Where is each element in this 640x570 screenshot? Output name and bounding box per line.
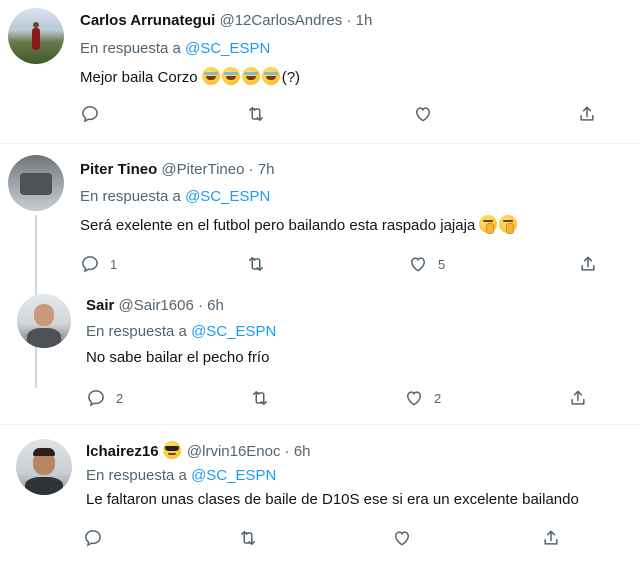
tweet-text-body: Mejor baila Corzo xyxy=(80,69,198,86)
reply-prefix: En respuesta a xyxy=(80,188,181,205)
reply-context: En respuesta a @SC_ESPN xyxy=(86,323,276,340)
share-button[interactable] xyxy=(568,386,588,410)
reply-count: 2 xyxy=(116,390,124,406)
author-name[interactable]: Carlos Arrunategui xyxy=(80,12,215,29)
share-icon xyxy=(571,390,585,405)
author-name[interactable]: Piter Tineo xyxy=(80,161,157,178)
tweet-text-suffix: (?) xyxy=(281,69,301,86)
like-count: 2 xyxy=(434,390,442,406)
reply-prefix: En respuesta a xyxy=(86,323,187,340)
tweet-1[interactable]: Carlos Arrunategui @12CarlosAndres · 1h … xyxy=(0,0,640,143)
action-bar: 2 2 xyxy=(86,386,606,410)
like-button[interactable]: 5 xyxy=(408,252,445,276)
rolling-on-floor-laughing-icon xyxy=(201,67,220,85)
smiling-face-with-sunglasses-icon xyxy=(162,441,181,459)
avatar[interactable] xyxy=(8,8,64,64)
reply-context: En respuesta a @SC_ESPN xyxy=(80,188,270,205)
tweet-4[interactable]: lchairez16 @lrvin16Enoc · 6h En respuest… xyxy=(0,425,640,570)
reply-mention[interactable]: @SC_ESPN xyxy=(191,323,276,340)
tweet-text-body: Será exelente en el futbol pero bailando… xyxy=(80,217,476,234)
tweet-3[interactable]: Sair @Sair1606 · 6h En respuesta a @SC_E… xyxy=(0,290,640,423)
action-bar xyxy=(80,102,620,126)
reply-icon xyxy=(85,530,101,547)
share-button[interactable] xyxy=(578,252,598,276)
separator: · xyxy=(284,443,290,460)
timestamp[interactable]: 1h xyxy=(356,12,373,29)
shushing-face-icon xyxy=(479,215,498,234)
reply-prefix: En respuesta a xyxy=(80,40,181,57)
reply-icon xyxy=(82,256,98,273)
avatar[interactable] xyxy=(16,439,72,495)
reply-button[interactable] xyxy=(83,526,103,550)
tweet-2[interactable]: Piter Tineo @PiterTineo · 7h En respuest… xyxy=(0,144,640,290)
rolling-on-floor-laughing-icon xyxy=(221,67,240,85)
retweet-icon xyxy=(241,531,255,545)
action-bar xyxy=(83,526,583,550)
retweet-button[interactable] xyxy=(250,386,270,410)
tweet-text: Será exelente en el futbol pero bailando… xyxy=(80,215,519,234)
heart-icon xyxy=(406,391,422,406)
retweet-button[interactable] xyxy=(246,252,266,276)
retweet-icon xyxy=(249,107,263,121)
tweet-header: Carlos Arrunategui @12CarlosAndres · 1h xyxy=(80,12,372,29)
reply-icon xyxy=(88,390,104,407)
reply-mention[interactable]: @SC_ESPN xyxy=(185,188,270,205)
share-icon xyxy=(580,106,594,121)
tweet-text-body: No sabe bailar el pecho frío xyxy=(86,349,270,366)
tweet-text: Le faltaron unas clases de baile de D10S… xyxy=(86,491,640,508)
author-handle[interactable]: @12CarlosAndres xyxy=(219,12,342,29)
share-button[interactable] xyxy=(541,526,561,550)
reply-button[interactable]: 1 xyxy=(80,252,117,276)
retweet-icon xyxy=(249,257,263,271)
tweet-header: Sair @Sair1606 · 6h xyxy=(86,297,224,314)
reply-mention[interactable]: @SC_ESPN xyxy=(191,467,276,484)
reply-count: 1 xyxy=(110,256,118,272)
heart-icon xyxy=(410,257,426,272)
heart-icon xyxy=(394,531,410,546)
author-name[interactable]: Sair xyxy=(86,297,114,314)
share-icon xyxy=(544,530,558,545)
tweet-header: Piter Tineo @PiterTineo · 7h xyxy=(80,161,275,178)
tweet-text-body: Le faltaron unas clases de baile de D10S… xyxy=(86,491,579,508)
timestamp[interactable]: 7h xyxy=(258,161,275,178)
timestamp[interactable]: 6h xyxy=(294,443,311,460)
separator: · xyxy=(197,297,203,314)
retweet-icon xyxy=(253,391,267,405)
retweet-button[interactable] xyxy=(238,526,258,550)
like-button[interactable] xyxy=(413,102,433,126)
tweet-text: No sabe bailar el pecho frío xyxy=(86,349,269,366)
thread-line xyxy=(35,215,37,290)
reply-button[interactable] xyxy=(80,102,100,126)
author-handle[interactable]: @Sair1606 xyxy=(119,297,194,314)
share-button[interactable] xyxy=(577,102,597,126)
like-button[interactable]: 2 xyxy=(404,386,441,410)
shushing-face-icon xyxy=(499,215,518,234)
heart-icon xyxy=(415,107,431,122)
separator: · xyxy=(248,161,254,178)
reply-context: En respuesta a @SC_ESPN xyxy=(86,467,276,484)
like-button[interactable] xyxy=(392,526,412,550)
reply-button[interactable]: 2 xyxy=(86,386,123,410)
author-handle[interactable]: @PiterTineo xyxy=(161,161,244,178)
share-icon xyxy=(581,256,595,271)
author-name[interactable]: lchairez16 xyxy=(86,443,159,460)
tweet-header: lchairez16 @lrvin16Enoc · 6h xyxy=(86,441,311,460)
rolling-on-floor-laughing-icon xyxy=(261,67,280,85)
avatar[interactable] xyxy=(17,294,71,348)
like-count: 5 xyxy=(438,256,446,272)
avatar[interactable] xyxy=(8,155,64,211)
reply-mention[interactable]: @SC_ESPN xyxy=(185,40,270,57)
reply-context: En respuesta a @SC_ESPN xyxy=(80,40,270,57)
tweet-text: Mejor baila Corzo (?) xyxy=(80,67,300,86)
reply-icon xyxy=(82,106,98,123)
reply-prefix: En respuesta a xyxy=(86,467,187,484)
separator: · xyxy=(346,12,352,29)
rolling-on-floor-laughing-icon xyxy=(241,67,260,85)
retweet-button[interactable] xyxy=(246,102,266,126)
action-bar: 1 5 xyxy=(80,252,620,276)
author-handle[interactable]: @lrvin16Enoc xyxy=(187,443,281,460)
timestamp[interactable]: 6h xyxy=(207,297,224,314)
